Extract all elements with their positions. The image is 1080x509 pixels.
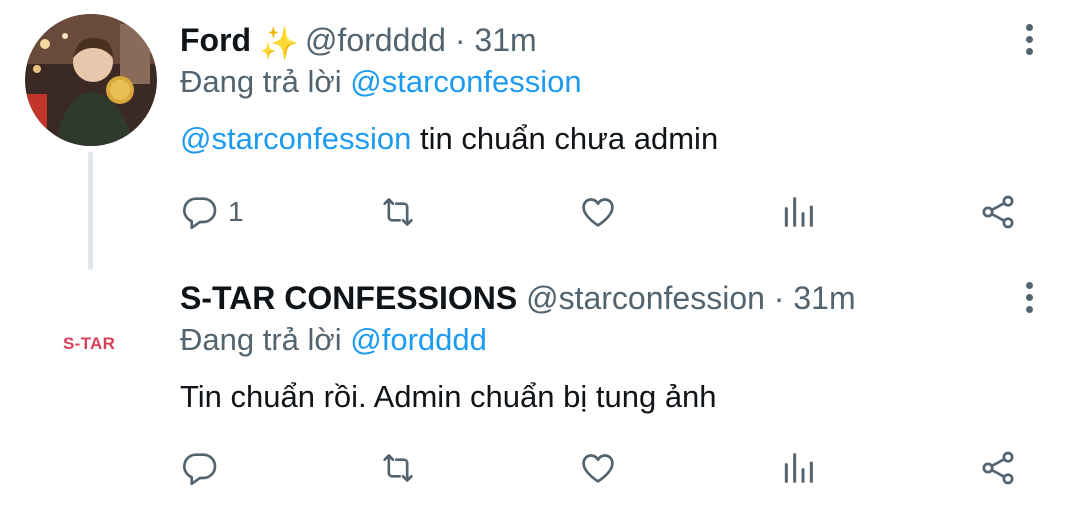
action-bar [0, 446, 1080, 490]
reply-button[interactable] [180, 446, 220, 490]
retweet-icon [383, 454, 413, 482]
replying-to-handle[interactable]: @fordddd [350, 322, 487, 357]
analytics-button[interactable] [778, 190, 818, 234]
tweet-body: Tin chuẩn rồi. Admin chuẩn bị tung ảnh [180, 379, 717, 414]
sparkles-emoji: ✨ [259, 25, 299, 61]
mention-link[interactable]: @starconfession [180, 121, 411, 156]
reply-count: 1 [228, 196, 244, 227]
replying-to-handle[interactable]: @starconfession [350, 64, 581, 99]
retweet-button[interactable] [378, 190, 418, 234]
reply-icon [183, 453, 217, 486]
share-button[interactable] [978, 446, 1018, 490]
more-options-icon[interactable] [1024, 22, 1034, 58]
like-button[interactable] [578, 190, 618, 234]
share-icon [982, 195, 1014, 229]
tweet-header: S-TAR CONFESSIONS @starconfession · 31m [180, 280, 856, 316]
analytics-icon [784, 197, 813, 227]
tweet-body: tin chuẩn chưa admin [411, 121, 719, 156]
analytics-button[interactable] [778, 446, 818, 490]
retweet-button[interactable] [378, 446, 418, 490]
replying-to-label: Đang trả lời [180, 64, 342, 99]
separator-dot: · [773, 280, 785, 316]
replying-to: Đang trả lời @starconfession [180, 64, 582, 100]
reply-icon [183, 197, 217, 230]
tweet-ford[interactable]: Ford ✨ @fordddd · 31m Đang trả lời @starco… [0, 0, 1080, 270]
share-button[interactable] [978, 190, 1018, 234]
separator-dot: · [454, 22, 466, 58]
replying-to: Đang trả lời @fordddd [180, 322, 487, 358]
more-options-icon[interactable] [1024, 280, 1034, 316]
timestamp[interactable]: 31m [793, 280, 855, 316]
avatar-ford[interactable] [25, 14, 157, 146]
display-name[interactable]: S-TAR CONFESSIONS [180, 280, 517, 316]
like-button[interactable] [578, 446, 618, 490]
tweet-header: Ford ✨ @fordddd · 31m [180, 22, 537, 61]
avatar-star-logo[interactable]: S-TAR [63, 334, 115, 354]
action-bar: 1 [0, 190, 1080, 234]
analytics-icon [784, 453, 813, 483]
display-name[interactable]: Ford [180, 22, 251, 58]
replying-to-label: Đang trả lời [180, 322, 342, 357]
retweet-icon [383, 198, 413, 226]
timestamp[interactable]: 31m [474, 22, 536, 58]
share-icon [982, 451, 1014, 485]
reply-button[interactable]: 1 [180, 190, 244, 234]
tweet-starconfession[interactable]: S-TAR S-TAR CONFESSIONS @starconfession … [0, 258, 1080, 509]
tweet-text: @starconfession tin chuẩn chưa admin [180, 120, 718, 158]
like-icon [582, 454, 614, 483]
like-icon [582, 198, 614, 227]
user-handle[interactable]: @fordddd [305, 22, 446, 58]
user-handle[interactable]: @starconfession [526, 280, 765, 316]
